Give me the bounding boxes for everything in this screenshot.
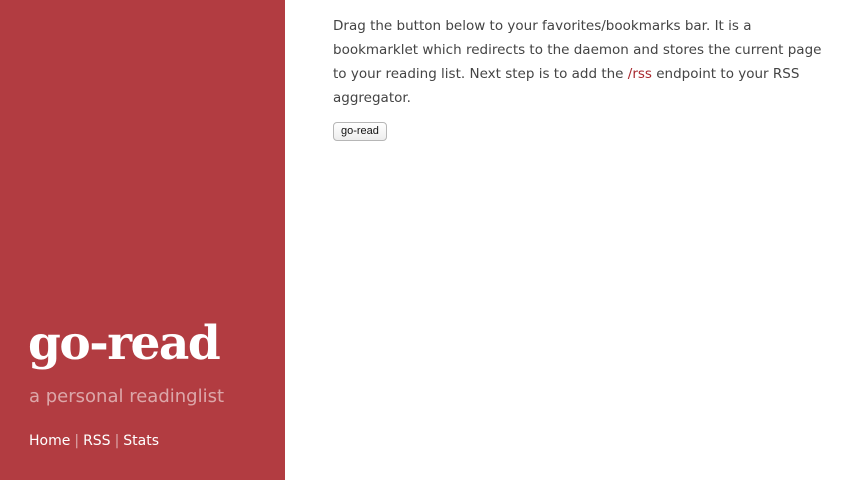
sidebar-nav: Home | RSS | Stats bbox=[29, 430, 159, 452]
nav-link-rss[interactable]: RSS bbox=[83, 433, 111, 449]
sidebar: go-read a personal readinglist Home | RSS |… bbox=[0, 0, 285, 480]
intro-text: Drag the button below to your favorites/… bbox=[333, 14, 828, 110]
main-content: Drag the button below to your favorites/… bbox=[333, 14, 828, 141]
nav-separator: | bbox=[74, 433, 80, 449]
brand-tagline: a personal readinglist bbox=[29, 386, 225, 407]
rss-endpoint-link[interactable]: /rss bbox=[628, 66, 652, 82]
bookmarklet-button[interactable]: go-read bbox=[333, 122, 387, 141]
nav-link-stats[interactable]: Stats bbox=[123, 433, 159, 449]
brand-title: go-read bbox=[28, 316, 221, 371]
nav-separator: | bbox=[114, 433, 120, 449]
nav-link-home[interactable]: Home bbox=[29, 433, 70, 449]
